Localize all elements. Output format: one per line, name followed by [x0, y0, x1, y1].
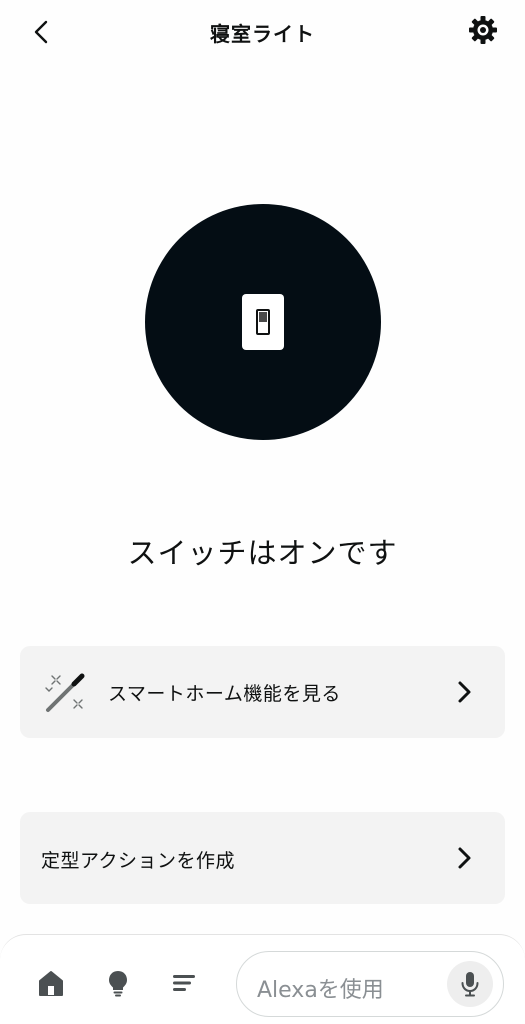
- nav-more-button[interactable]: [166, 965, 202, 1001]
- lightbulb-icon: [109, 971, 127, 997]
- card-label: 定型アクションを作成: [41, 850, 236, 872]
- settings-button[interactable]: [463, 10, 503, 50]
- card-label: スマートホーム機能を見る: [108, 683, 341, 705]
- page-title: 寝室ライト: [210, 22, 315, 46]
- chevron-right-icon: [458, 847, 471, 869]
- alexa-input-bar[interactable]: Alexaを使用: [236, 951, 504, 1017]
- device-screen: 寝室ライト スイッチはオンです スマートホーム機能を見る 定型アクションを作成 …: [0, 0, 525, 1024]
- nav-devices-button[interactable]: [100, 965, 136, 1001]
- home-icon: [39, 971, 63, 996]
- header: 寝室ライト: [0, 0, 525, 64]
- nav-home-button[interactable]: [33, 965, 69, 1001]
- device-toggle-button[interactable]: [145, 204, 381, 440]
- chevron-right-icon: [458, 681, 471, 703]
- bottom-navigation: Alexaを使用: [0, 934, 525, 1024]
- device-status: スイッチはオンです: [127, 536, 398, 570]
- gear-icon: [469, 16, 497, 44]
- alexa-input-placeholder[interactable]: Alexaを使用: [257, 972, 384, 1004]
- switch-toggle-graphic: [256, 309, 270, 335]
- microphone-icon: [461, 972, 479, 997]
- microphone-button[interactable]: [447, 961, 493, 1007]
- explore-smart-home-card[interactable]: スマートホーム機能を見る: [20, 646, 505, 738]
- light-switch-icon: [242, 294, 284, 350]
- menu-lines-icon: [173, 975, 195, 991]
- magic-wand-icon: [45, 673, 85, 712]
- create-routine-card[interactable]: 定型アクションを作成: [20, 812, 505, 904]
